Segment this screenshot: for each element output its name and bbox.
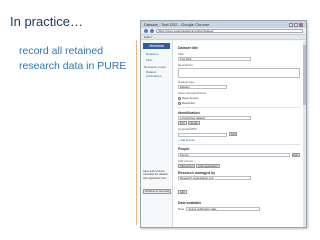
back-icon[interactable]	[144, 29, 148, 33]
sidebar-item-relations[interactable]: Relations	[146, 52, 170, 56]
person-edit-button[interactable]: Edit	[291, 152, 300, 157]
maximize-icon[interactable]	[294, 22, 298, 27]
address-bar: https://pure.example/admin/editor/datase…	[141, 28, 306, 35]
copyright-input[interactable]	[178, 132, 227, 137]
access-label: Open Access/Access	[178, 91, 207, 95]
editor-form: Dataset title Title Test DS2 Description…	[173, 41, 306, 227]
access-option-restricted[interactable]: Restricted	[178, 101, 300, 105]
separator	[178, 143, 300, 144]
separator	[178, 107, 300, 108]
sidebar-group-head: Research output	[144, 64, 167, 69]
window-title: Dataset - Test DS2 - Google Chrome	[144, 22, 210, 27]
add-person-button[interactable]: Add person	[178, 164, 196, 168]
minimize-icon[interactable]	[289, 22, 293, 27]
scrollbar-thumb[interactable]	[303, 45, 306, 105]
close-icon[interactable]	[299, 22, 303, 27]
section-title: Dataset title	[178, 46, 198, 50]
radio-icon	[178, 96, 181, 100]
access-option-open[interactable]: Open Access	[178, 96, 300, 100]
app-tabs: Editor	[141, 35, 306, 40]
add-organisation-button[interactable]: Add organisation	[196, 164, 220, 168]
radio-icon	[178, 101, 181, 105]
sidebar-note: Save and continue. Associate the dataset…	[143, 170, 168, 180]
date-select[interactable]: Select publication date	[186, 207, 260, 211]
copyright-add-button[interactable]: Add	[228, 132, 238, 136]
person-field[interactable]: Person	[178, 153, 290, 157]
person-sub: Add person…	[178, 159, 197, 163]
date-title: Date available	[178, 201, 202, 205]
type-label: Dataset type	[178, 80, 195, 84]
add-license-link[interactable]: + Add license	[178, 138, 300, 142]
continue-button[interactable]: Continue to next step	[143, 189, 171, 194]
copyright-label: Copyright/IPR	[178, 126, 197, 131]
pure-screenshot-window: Dataset - Test DS2 - Google Chrome https…	[140, 20, 307, 228]
doi-button[interactable]: DOI	[178, 120, 187, 125]
sidebar-item-files[interactable]: Files	[146, 58, 170, 62]
sidebar-item-related-publications[interactable]: Related publications	[146, 70, 170, 78]
research-input[interactable]: Research organisation unit	[178, 176, 252, 180]
slide-title: In practice…	[10, 14, 83, 29]
description-label: Description	[178, 63, 194, 67]
scrollbar[interactable]	[303, 41, 306, 227]
forward-icon[interactable]	[150, 29, 154, 33]
slide-bullet: record all retained research data in PUR…	[19, 45, 127, 72]
type-select[interactable]: Dataset	[178, 85, 227, 89]
editor-sidebar: Metadata Relations Files Research output…	[141, 41, 173, 227]
radio-label: Open Access	[182, 96, 199, 100]
tab-editor[interactable]: Editor	[144, 35, 152, 39]
divider	[136, 40, 137, 225]
window-titlebar: Dataset - Test DS2 - Google Chrome	[141, 21, 306, 28]
research-add-button[interactable]: Add	[178, 190, 187, 194]
title-label: Title	[178, 52, 184, 56]
description-input[interactable]	[178, 68, 300, 78]
radio-label: Restricted	[182, 101, 195, 105]
url-field[interactable]: https://pure.example/admin/editor/datase…	[156, 29, 303, 33]
title-input[interactable]: Test DS2	[178, 57, 252, 61]
research-title: Research managed by	[178, 171, 216, 175]
handle-button[interactable]: Handle	[187, 120, 200, 125]
identification-title: Identification	[178, 110, 200, 115]
identification-input[interactable]: Unrestricted dataset	[178, 115, 252, 120]
people-title: People	[178, 147, 190, 151]
sidebar-item-metadata[interactable]: Metadata	[143, 43, 170, 49]
date-label: Date	[178, 206, 185, 211]
